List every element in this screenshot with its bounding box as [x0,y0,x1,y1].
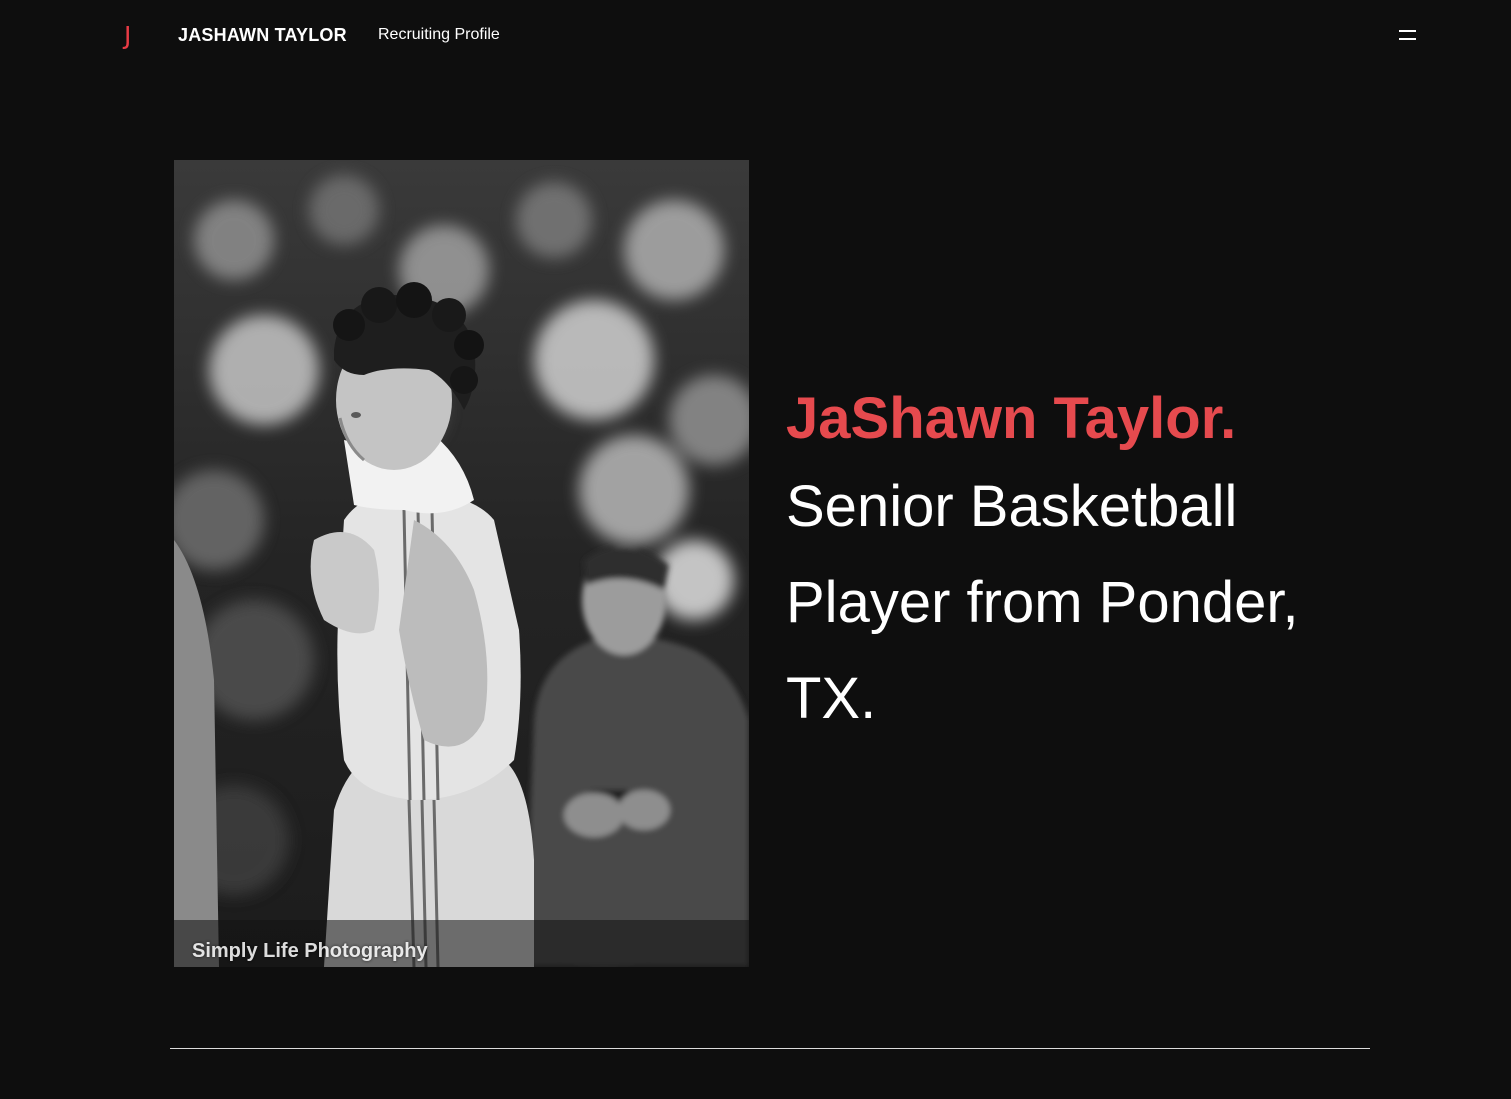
player-photo-illustration [174,160,749,967]
menu-bar-top [1399,30,1416,32]
player-photo: Simply Life Photography [174,160,749,967]
recruiting-profile-link[interactable]: Recruiting Profile [378,25,500,45]
player-name-heading: JaShawn Taylor. [786,386,1237,451]
photo-credit: Simply Life Photography [192,940,428,962]
section-divider [170,1048,1370,1049]
hamburger-icon[interactable] [1396,24,1420,48]
menu-bar-bottom [1399,38,1416,40]
top-navigation: J JASHAWN TAYLOR Recruiting Profile [0,0,1511,72]
player-description: Senior Basketball Player from Ponder, TX… [786,474,1299,731]
site-logo[interactable]: J [124,20,131,52]
site-name-link[interactable]: JASHAWN TAYLOR [178,24,347,46]
